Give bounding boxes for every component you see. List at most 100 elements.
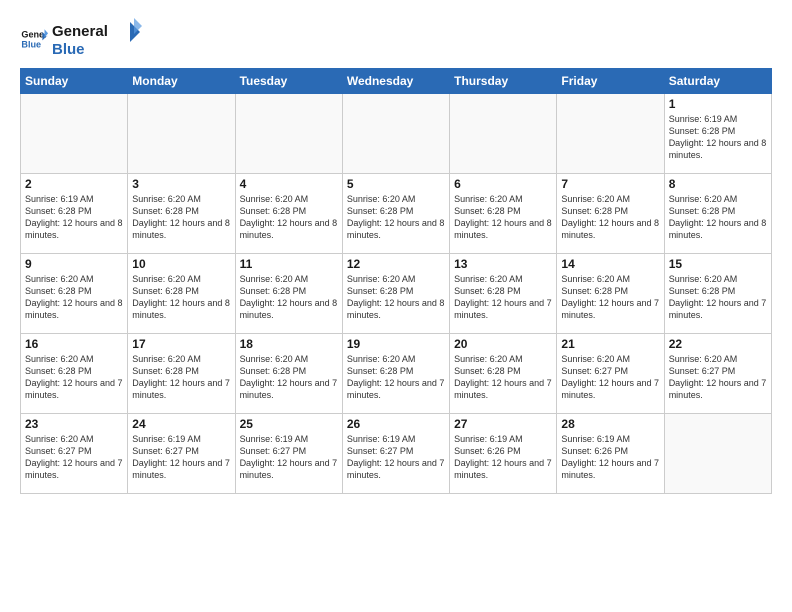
day-info: Sunrise: 6:19 AM Sunset: 6:27 PM Dayligh… [132,433,230,482]
day-info: Sunrise: 6:20 AM Sunset: 6:28 PM Dayligh… [561,273,659,322]
calendar-cell [342,94,449,174]
calendar-cell: 25 Sunrise: 6:19 AM Sunset: 6:27 PM Dayli… [235,414,342,494]
header-area: General Blue General Blue [20,18,772,60]
day-info: Sunrise: 6:20 AM Sunset: 6:28 PM Dayligh… [132,353,230,402]
calendar-cell: 18 Sunrise: 6:20 AM Sunset: 6:28 PM Dayli… [235,334,342,414]
day-info: Sunrise: 6:20 AM Sunset: 6:28 PM Dayligh… [240,353,338,402]
calendar-cell [235,94,342,174]
day-number: 3 [132,177,230,191]
week-row-3: 9 Sunrise: 6:20 AM Sunset: 6:28 PM Daylig… [21,254,772,334]
logo: General Blue General Blue [20,18,142,60]
day-number: 24 [132,417,230,431]
svg-text:Blue: Blue [52,41,85,58]
weekday-header-row: Sunday Monday Tuesday Wednesday Thursday… [21,69,772,94]
calendar-cell: 10Sunrise: 6:20 AM Sunset: 6:28 PM Dayli… [128,254,235,334]
calendar-cell [450,94,557,174]
header-tuesday: Tuesday [235,69,342,94]
day-number: 21 [561,337,659,351]
calendar-cell: 8 Sunrise: 6:20 AM Sunset: 6:28 PM Daylig… [664,174,771,254]
calendar-cell [128,94,235,174]
calendar-cell [664,414,771,494]
day-info: Sunrise: 6:20 AM Sunset: 6:27 PM Dayligh… [561,353,659,402]
day-info: Sunrise: 6:20 AM Sunset: 6:28 PM Dayligh… [132,193,230,242]
day-info: Sunrise: 6:20 AM Sunset: 6:28 PM Dayligh… [347,353,445,402]
day-info: Sunrise: 6:20 AM Sunset: 6:28 PM Dayligh… [454,273,552,322]
week-row-2: 2Sunrise: 6:19 AM Sunset: 6:28 PM Daylig… [21,174,772,254]
day-info: Sunrise: 6:20 AM Sunset: 6:28 PM Dayligh… [240,273,338,322]
calendar-cell: 22 Sunrise: 6:20 AM Sunset: 6:27 PM Dayli… [664,334,771,414]
day-number: 1 [669,97,767,111]
calendar-cell: 24 Sunrise: 6:19 AM Sunset: 6:27 PM Dayli… [128,414,235,494]
header-wednesday: Wednesday [342,69,449,94]
day-number: 25 [240,417,338,431]
day-number: 15 [669,257,767,271]
day-info: Sunrise: 6:20 AM Sunset: 6:28 PM Dayligh… [347,273,445,322]
calendar-cell: 5 Sunrise: 6:20 AM Sunset: 6:28 PM Daylig… [342,174,449,254]
day-info: Sunrise: 6:19 AM Sunset: 6:26 PM Dayligh… [454,433,552,482]
day-info: Sunrise: 6:20 AM Sunset: 6:28 PM Dayligh… [669,273,767,322]
calendar-table: Sunday Monday Tuesday Wednesday Thursday… [20,68,772,494]
calendar-cell: 12 Sunrise: 6:20 AM Sunset: 6:28 PM Dayli… [342,254,449,334]
calendar-cell: 11Sunrise: 6:20 AM Sunset: 6:28 PM Dayli… [235,254,342,334]
day-number: 23 [25,417,123,431]
page: General Blue General Blue Sunda [0,0,792,612]
calendar-cell: 14 Sunrise: 6:20 AM Sunset: 6:28 PM Dayli… [557,254,664,334]
calendar-cell: 17 Sunrise: 6:20 AM Sunset: 6:28 PM Dayli… [128,334,235,414]
day-info: Sunrise: 6:20 AM Sunset: 6:27 PM Dayligh… [25,433,123,482]
calendar-cell: 15 Sunrise: 6:20 AM Sunset: 6:28 PM Dayli… [664,254,771,334]
svg-text:Blue: Blue [21,39,41,49]
day-info: Sunrise: 6:20 AM Sunset: 6:28 PM Dayligh… [454,193,552,242]
calendar-cell: 4 Sunrise: 6:20 AM Sunset: 6:28 PM Daylig… [235,174,342,254]
day-info: Sunrise: 6:20 AM Sunset: 6:28 PM Dayligh… [25,273,123,322]
day-number: 12 [347,257,445,271]
week-row-1: 1 Sunrise: 6:19 AM Sunset: 6:28 PM Daylig… [21,94,772,174]
calendar-cell: 21 Sunrise: 6:20 AM Sunset: 6:27 PM Dayli… [557,334,664,414]
day-number: 9 [25,257,123,271]
calendar-cell: 3 Sunrise: 6:20 AM Sunset: 6:28 PM Daylig… [128,174,235,254]
day-info: Sunrise: 6:20 AM Sunset: 6:28 PM Dayligh… [454,353,552,402]
day-number: 18 [240,337,338,351]
day-info: Sunrise: 6:19 AM Sunset: 6:28 PM Dayligh… [25,193,123,242]
calendar-cell: 27 Sunrise: 6:19 AM Sunset: 6:26 PM Dayli… [450,414,557,494]
day-number: 19 [347,337,445,351]
day-info: Sunrise: 6:20 AM Sunset: 6:28 PM Dayligh… [669,193,767,242]
calendar-cell: 2Sunrise: 6:19 AM Sunset: 6:28 PM Daylig… [21,174,128,254]
header-monday: Monday [128,69,235,94]
day-number: 17 [132,337,230,351]
header-friday: Friday [557,69,664,94]
day-number: 27 [454,417,552,431]
day-number: 6 [454,177,552,191]
day-info: Sunrise: 6:20 AM Sunset: 6:27 PM Dayligh… [669,353,767,402]
logo-graphic: General Blue [52,18,142,60]
day-info: Sunrise: 6:19 AM Sunset: 6:26 PM Dayligh… [561,433,659,482]
day-number: 7 [561,177,659,191]
day-info: Sunrise: 6:19 AM Sunset: 6:27 PM Dayligh… [240,433,338,482]
day-number: 16 [25,337,123,351]
day-info: Sunrise: 6:19 AM Sunset: 6:28 PM Dayligh… [669,113,767,162]
calendar-cell: 19 Sunrise: 6:20 AM Sunset: 6:28 PM Dayli… [342,334,449,414]
calendar-cell: 7Sunrise: 6:20 AM Sunset: 6:28 PM Daylig… [557,174,664,254]
day-info: Sunrise: 6:20 AM Sunset: 6:28 PM Dayligh… [347,193,445,242]
day-number: 4 [240,177,338,191]
calendar-cell: 9 Sunrise: 6:20 AM Sunset: 6:28 PM Daylig… [21,254,128,334]
day-number: 14 [561,257,659,271]
calendar-cell [557,94,664,174]
calendar-cell: 13Sunrise: 6:20 AM Sunset: 6:28 PM Dayli… [450,254,557,334]
calendar-cell: 23 Sunrise: 6:20 AM Sunset: 6:27 PM Dayli… [21,414,128,494]
calendar-cell: 28 Sunrise: 6:19 AM Sunset: 6:26 PM Dayli… [557,414,664,494]
header-thursday: Thursday [450,69,557,94]
day-number: 22 [669,337,767,351]
header-saturday: Saturday [664,69,771,94]
day-info: Sunrise: 6:19 AM Sunset: 6:27 PM Dayligh… [347,433,445,482]
day-number: 28 [561,417,659,431]
week-row-5: 23 Sunrise: 6:20 AM Sunset: 6:27 PM Dayli… [21,414,772,494]
calendar-cell [21,94,128,174]
calendar-cell: 26Sunrise: 6:19 AM Sunset: 6:27 PM Dayli… [342,414,449,494]
day-number: 10 [132,257,230,271]
day-number: 20 [454,337,552,351]
day-info: Sunrise: 6:20 AM Sunset: 6:28 PM Dayligh… [240,193,338,242]
calendar-cell: 20 Sunrise: 6:20 AM Sunset: 6:28 PM Dayli… [450,334,557,414]
day-number: 5 [347,177,445,191]
day-info: Sunrise: 6:20 AM Sunset: 6:28 PM Dayligh… [25,353,123,402]
day-number: 8 [669,177,767,191]
